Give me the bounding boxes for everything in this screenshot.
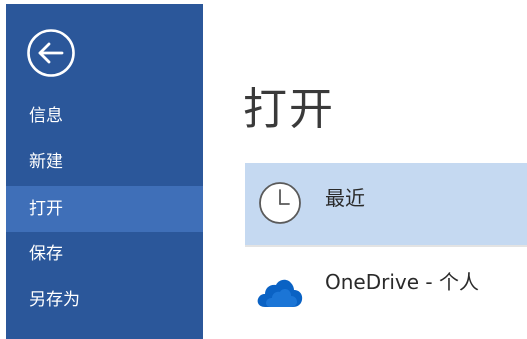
sidebar-item-label: 新建 xyxy=(29,152,63,172)
main-panel: 打开 最近 OneDrive - 个人 xyxy=(203,4,527,339)
location-recent[interactable]: 最近 xyxy=(245,163,527,245)
page-title: 打开 xyxy=(243,84,335,135)
clock-icon xyxy=(259,182,301,224)
sidebar-item-open[interactable]: 打开 xyxy=(6,186,203,232)
back-button[interactable] xyxy=(26,28,76,78)
backstage-view: 信息 新建 打开 保存 另存为 打开 最近 OneDrive - 个人 xyxy=(0,0,527,339)
sidebar-item-save[interactable]: 保存 xyxy=(6,231,203,277)
location-label: 最近 xyxy=(325,186,365,210)
sidebar-item-info[interactable]: 信息 xyxy=(6,93,203,139)
arrow-left-circle-icon xyxy=(27,29,75,77)
sidebar-item-label: 保存 xyxy=(29,244,63,264)
onedrive-cloud-icon xyxy=(257,279,303,307)
sidebar-item-new[interactable]: 新建 xyxy=(6,139,203,185)
location-onedrive[interactable]: OneDrive - 个人 xyxy=(245,247,527,331)
sidebar-item-label: 另存为 xyxy=(29,290,80,310)
sidebar-item-save-as[interactable]: 另存为 xyxy=(6,277,203,323)
backstage-sidebar: 信息 新建 打开 保存 另存为 xyxy=(6,4,203,339)
sidebar-item-label: 打开 xyxy=(29,199,63,219)
sidebar-item-label: 信息 xyxy=(29,106,63,126)
location-label: OneDrive - 个人 xyxy=(325,270,479,294)
